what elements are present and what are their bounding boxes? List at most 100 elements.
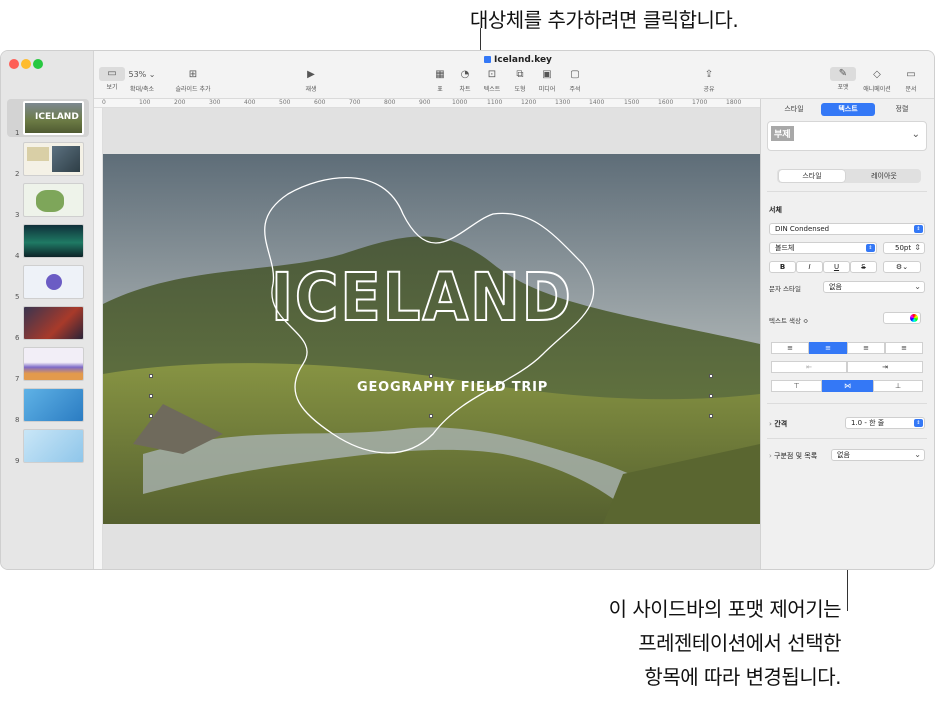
divider — [767, 403, 927, 404]
vertical-ruler — [94, 108, 103, 569]
callout-add-objects: 대상체를 추가하려면 클릭합니다. — [470, 8, 739, 32]
selection-handle[interactable] — [709, 374, 713, 378]
selection-handle[interactable] — [149, 374, 153, 378]
char-style-select[interactable]: 없음 ⌄ — [823, 281, 925, 293]
italic-button[interactable]: I — [796, 261, 823, 273]
align-right-button[interactable]: ≡ — [847, 342, 885, 354]
slide-thumbnail-4[interactable]: 4 — [1, 222, 94, 260]
font-name-select[interactable]: DIN Condensed ⇕ — [769, 223, 925, 235]
minimize-window-button[interactable] — [21, 59, 31, 69]
close-window-button[interactable] — [9, 59, 19, 69]
align-left-button[interactable]: ≡ — [771, 342, 809, 354]
bullets-select[interactable]: 없음 ⌄ — [831, 449, 925, 461]
segment-style[interactable]: 스타일 — [779, 170, 845, 182]
toolbar: Iceland.key ▭ 보기 53% ⌄ 확대/축소 ⊞ 슬라이드 추가 ▶… — [94, 51, 934, 99]
thumbnail-image — [23, 429, 84, 463]
callout-sidebar-info: 이 사이드바의 포맷 제어기는 프레젠테이션에서 선택한 항목에 따라 변경됩니… — [608, 592, 842, 694]
increase-indent-button[interactable]: ⇥ — [847, 361, 923, 373]
chevron-right-icon: › — [769, 452, 772, 460]
style-layout-segment: 스타일 레이아웃 — [777, 169, 921, 183]
slide-thumbnail-7[interactable]: 7 — [1, 345, 94, 383]
thumbnail-image — [23, 224, 84, 258]
paragraph-style-name: 부제 — [771, 126, 794, 141]
comment-button[interactable]: ▢ 주석 — [553, 67, 597, 93]
callout-line-3: 항목에 따라 변경됩니다. — [644, 665, 841, 689]
bullets-disclosure[interactable]: › 구분점 및 목록 — [769, 451, 817, 461]
slide-title[interactable]: ICELAND — [270, 258, 573, 337]
tab-style[interactable]: 스타일 — [767, 103, 821, 116]
paintbrush-icon: ✎ — [830, 67, 856, 81]
slide-thumbnail-1[interactable]: 1 ICELAND — [7, 99, 89, 137]
document-icon: ▭ — [906, 69, 916, 80]
chevron-down-icon: ⌄ — [911, 129, 920, 140]
selection-handle[interactable] — [149, 394, 153, 398]
chevron-down-icon: ⌄ — [914, 282, 921, 291]
thumbnail-image — [23, 183, 84, 217]
chevron-updown-icon: ⇕ — [914, 419, 923, 427]
text-color-well[interactable] — [883, 312, 921, 324]
comment-icon: ▢ — [570, 69, 580, 80]
align-middle-button[interactable]: ⋈ — [822, 380, 873, 392]
thumbnail-image: ICELAND — [23, 101, 84, 135]
align-top-button[interactable]: ⊤ — [771, 380, 822, 392]
selection-handle[interactable] — [149, 414, 153, 418]
font-size-field[interactable]: 50pt ⇕ — [883, 242, 925, 254]
strikethrough-button[interactable]: S — [850, 261, 877, 273]
zoom-value: 53% ⌄ — [128, 70, 156, 79]
document-title: Iceland.key — [484, 55, 552, 65]
landscape-art — [103, 154, 760, 524]
add-slide-button[interactable]: ⊞ 슬라이드 추가 — [171, 67, 215, 93]
char-style-label: 문자 스타일 — [769, 285, 801, 293]
underline-button[interactable]: U — [823, 261, 850, 273]
slide-subtitle[interactable]: GEOGRAPHY FIELD TRIP — [357, 380, 548, 395]
slide-navigator: 1 ICELAND 2 3 4 5 6 7 8 9 — [1, 51, 94, 569]
paragraph-style-picker[interactable]: 부제 ⌄ — [767, 121, 927, 151]
selection-handle[interactable] — [429, 374, 433, 378]
decrease-indent-button[interactable]: ⇤ — [771, 361, 847, 373]
slide-thumbnail-2[interactable]: 2 — [1, 140, 94, 178]
play-button[interactable]: ▶ 재생 — [289, 67, 333, 93]
font-weight-select[interactable]: 볼드체 ⇕ — [769, 242, 877, 254]
slide-canvas[interactable]: ICELAND GEOGRAPHY FIELD TRIP — [103, 108, 760, 569]
align-bottom-button[interactable]: ⊥ — [873, 380, 923, 392]
thumbnail-image — [23, 265, 84, 299]
text-color-label: 텍스트 색상 ≎ — [769, 317, 809, 325]
selection-handle[interactable] — [709, 394, 713, 398]
chevron-updown-icon: ⇕ — [866, 244, 875, 252]
zoom-button[interactable]: 53% ⌄ 확대/축소 — [120, 67, 164, 93]
slide-thumbnail-6[interactable]: 6 — [1, 304, 94, 342]
slide-thumbnail-3[interactable]: 3 — [1, 181, 94, 219]
callout-line-2: 프레젠테이션에서 선택한 — [638, 631, 841, 655]
zoom-window-button[interactable] — [33, 59, 43, 69]
slide-thumbnail-8[interactable]: 8 — [1, 386, 94, 424]
segment-layout[interactable]: 레이아웃 — [849, 170, 919, 182]
play-icon: ▶ — [307, 69, 315, 80]
align-center-button[interactable]: ≡ — [809, 342, 847, 354]
share-icon: ⇪ — [704, 69, 714, 80]
bold-button[interactable]: B — [769, 261, 796, 273]
share-button[interactable]: ⇪ 공유 — [687, 67, 731, 93]
spacing-disclosure[interactable]: › 간격 — [769, 419, 787, 429]
slide-1[interactable]: ICELAND GEOGRAPHY FIELD TRIP — [103, 154, 760, 524]
keynote-window: 1 ICELAND 2 3 4 5 6 7 8 9 Iceland.key ▭ … — [0, 50, 935, 570]
thumbnail-image — [23, 388, 84, 422]
thumbnail-image — [23, 306, 84, 340]
slide-thumbnail-5[interactable]: 5 — [1, 263, 94, 301]
callout-line-1: 이 사이드바의 포맷 제어기는 — [608, 597, 842, 621]
spacing-select[interactable]: 1.0 - 한 줄 ⇕ — [845, 417, 925, 429]
tab-text[interactable]: 텍스트 — [821, 103, 875, 116]
format-inspector: 스타일 텍스트 정렬 부제 ⌄ 스타일 레이아웃 서체 DIN Condense… — [760, 99, 934, 569]
advanced-options-button[interactable]: ⚙⌄ — [883, 261, 921, 273]
justify-button[interactable]: ≡ — [885, 342, 923, 354]
thumb-title: ICELAND — [35, 112, 79, 122]
chevron-down-icon: ⌄ — [914, 450, 921, 459]
selection-handle[interactable] — [429, 414, 433, 418]
slide-thumbnail-9[interactable]: 9 — [1, 427, 94, 465]
document-button[interactable]: ▭ 문서 — [889, 67, 933, 93]
stepper-icon: ⇕ — [914, 243, 921, 252]
keynote-file-icon — [484, 56, 491, 63]
color-wheel-icon[interactable] — [910, 314, 918, 322]
tab-arrange[interactable]: 정렬 — [875, 103, 929, 116]
selection-handle[interactable] — [709, 414, 713, 418]
font-section-label: 서체 — [769, 206, 782, 214]
